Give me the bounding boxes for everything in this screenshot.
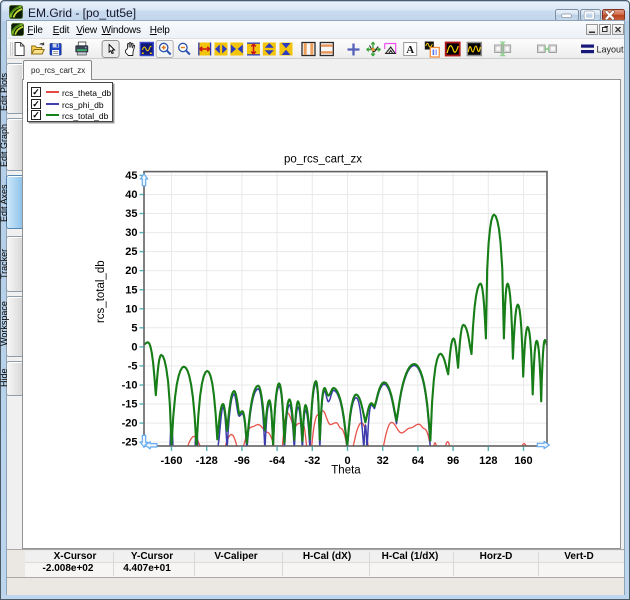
svg-text:64: 64: [412, 455, 425, 467]
svg-text:-160: -160: [160, 455, 182, 467]
svg-text:20: 20: [125, 265, 137, 277]
svg-text:-5: -5: [128, 361, 138, 373]
svg-text:-20: -20: [122, 418, 138, 430]
svg-text:25: 25: [125, 246, 137, 258]
svg-text:rcs_total_db: rcs_total_db: [95, 260, 107, 323]
svg-text:45: 45: [125, 170, 137, 182]
svg-text:A: A: [406, 44, 414, 56]
svg-text:-64: -64: [269, 455, 286, 467]
svg-text:40: 40: [125, 189, 137, 201]
svg-text:128: 128: [479, 455, 497, 467]
svg-text:30: 30: [125, 227, 137, 239]
svg-text:-32: -32: [304, 455, 320, 467]
svg-text:5: 5: [131, 322, 137, 334]
svg-text:-10: -10: [122, 380, 138, 392]
svg-text:0: 0: [131, 342, 137, 354]
svg-text:160: 160: [514, 455, 532, 467]
svg-text:10: 10: [125, 303, 137, 315]
svg-text:-128: -128: [196, 455, 218, 467]
svg-text:32: 32: [377, 455, 389, 467]
svg-text:Theta: Theta: [331, 465, 361, 477]
svg-text:po_rcs_cart_zx: po_rcs_cart_zx: [284, 154, 362, 166]
svg-text:15: 15: [125, 284, 137, 296]
svg-text:35: 35: [125, 208, 137, 220]
svg-text:-25: -25: [122, 437, 138, 449]
svg-text:-15: -15: [122, 399, 138, 411]
svg-text:96: 96: [447, 455, 459, 467]
svg-text:Layout: Layout: [597, 45, 625, 55]
svg-text:-96: -96: [234, 455, 250, 467]
